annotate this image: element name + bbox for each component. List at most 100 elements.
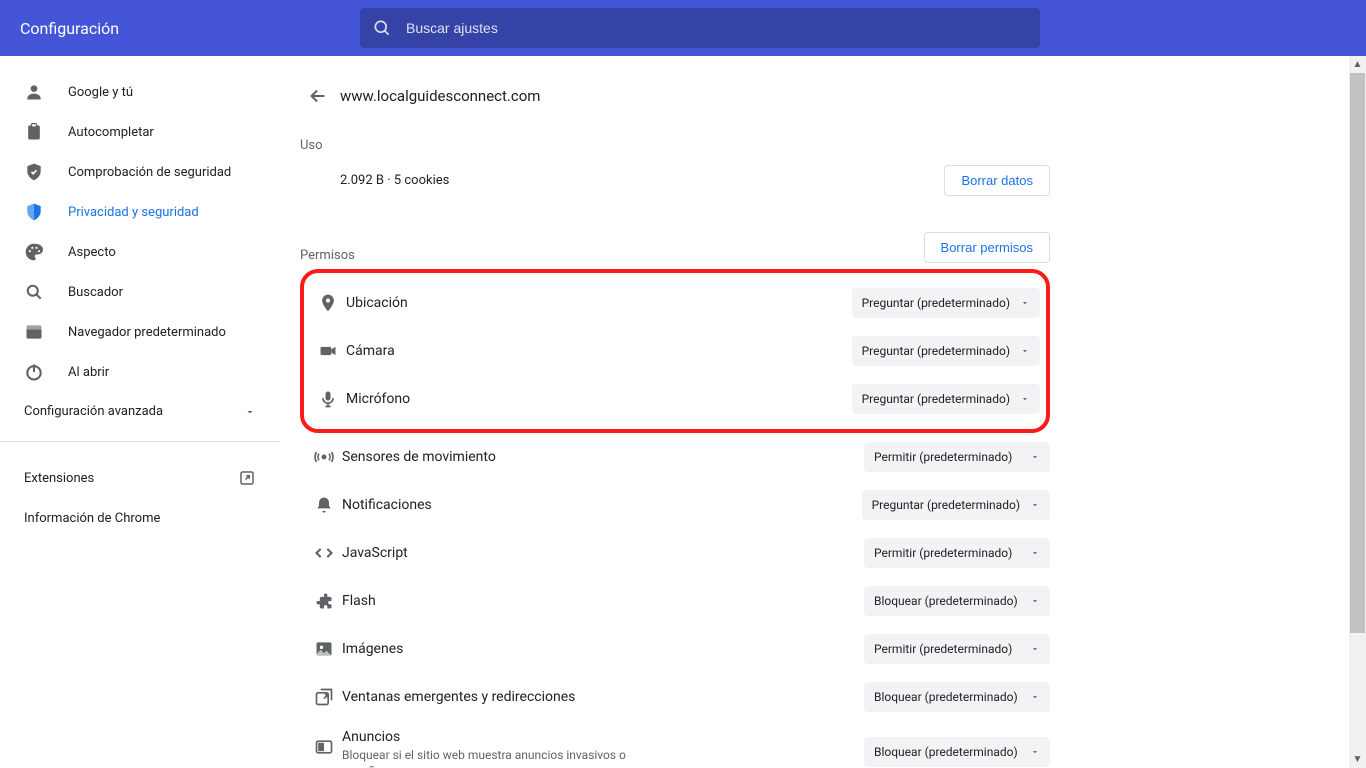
scrollbar-thumb[interactable] xyxy=(1350,73,1365,633)
perm-row-notifications: Notificaciones Preguntar (predeterminado… xyxy=(300,481,1050,529)
dropdown-value: Preguntar (predeterminado) xyxy=(862,344,1010,358)
perm-label: Sensores de movimiento xyxy=(342,449,864,465)
bell-icon xyxy=(306,495,342,515)
back-button[interactable] xyxy=(300,78,336,114)
code-icon xyxy=(306,543,342,563)
clear-data-button[interactable]: Borrar datos xyxy=(944,165,1050,196)
perm-dropdown-location[interactable]: Preguntar (predeterminado) xyxy=(852,288,1040,318)
perm-dropdown-images[interactable]: Permitir (predeterminado) xyxy=(864,634,1050,664)
shield-half-icon xyxy=(24,202,44,222)
sidebar-item-onstartup[interactable]: Al abrir xyxy=(0,352,280,392)
usage-text: 2.092 B · 5 cookies xyxy=(340,173,449,188)
sidebar-item-appearance[interactable]: Aspecto xyxy=(0,232,280,272)
external-link-icon xyxy=(238,469,256,487)
perm-dropdown-notifications[interactable]: Preguntar (predeterminado) xyxy=(862,490,1050,520)
dropdown-value: Bloquear (predeterminado) xyxy=(874,745,1018,759)
image-icon xyxy=(306,639,342,659)
perm-row-mic: Micrófono Preguntar (predeterminado) xyxy=(310,375,1040,423)
chevron-down-icon xyxy=(1030,644,1040,654)
sidebar-item-google[interactable]: Google y tú xyxy=(0,72,280,112)
chevron-down-icon xyxy=(1020,298,1030,308)
site-url: www.localguidesconnect.com xyxy=(340,87,540,105)
perm-dropdown-mic[interactable]: Preguntar (predeterminado) xyxy=(852,384,1040,414)
dropdown-value: Preguntar (predeterminado) xyxy=(862,296,1010,310)
sidebar-item-search[interactable]: Buscador xyxy=(0,272,280,312)
dropdown-value: Permitir (predeterminado) xyxy=(874,546,1012,560)
perm-label: Imágenes xyxy=(342,641,864,657)
perm-subtitle: Bloquear si el sitio web muestra anuncio… xyxy=(342,747,662,768)
sensors-icon xyxy=(306,447,342,467)
dropdown-value: Permitir (predeterminado) xyxy=(874,450,1012,464)
dropdown-value: Bloquear (predeterminado) xyxy=(874,594,1018,608)
search-input[interactable] xyxy=(406,20,1028,36)
sidebar-item-label: Al abrir xyxy=(68,365,109,380)
scroll-up-button[interactable]: ▲ xyxy=(1349,56,1366,73)
sidebar-item-safety[interactable]: Comprobación de seguridad xyxy=(0,152,280,192)
popup-icon xyxy=(306,687,342,707)
dropdown-value: Bloquear (predeterminado) xyxy=(874,690,1018,704)
chevron-down-icon xyxy=(1030,452,1040,462)
perm-label: Ventanas emergentes y redirecciones xyxy=(342,689,864,705)
sidebar-item-default-browser[interactable]: Navegador predeterminado xyxy=(0,312,280,352)
perm-dropdown-flash[interactable]: Bloquear (predeterminado) xyxy=(864,586,1050,616)
perm-label: Cámara xyxy=(346,343,852,359)
search-icon xyxy=(24,282,44,302)
dropdown-value: Preguntar (predeterminado) xyxy=(862,392,1010,406)
perm-label: Flash xyxy=(342,593,864,609)
perm-dropdown-camera[interactable]: Preguntar (predeterminado) xyxy=(852,336,1040,366)
mic-icon xyxy=(310,389,346,409)
sidebar: Google y tú Autocompletar Comprobación d… xyxy=(0,56,280,768)
about-label: Información de Chrome xyxy=(24,511,160,526)
perm-row-javascript: JavaScript Permitir (predeterminado) xyxy=(300,529,1050,577)
browser-icon xyxy=(24,322,44,342)
perm-dropdown-popups[interactable]: Bloquear (predeterminado) xyxy=(864,682,1050,712)
perm-label: Notificaciones xyxy=(342,497,862,513)
sidebar-item-label: Buscador xyxy=(68,285,123,300)
highlight-box: Ubicación Preguntar (predeterminado) Cám… xyxy=(300,269,1050,433)
search-bar[interactable] xyxy=(360,8,1040,48)
chevron-down-icon xyxy=(1020,394,1030,404)
header: Configuración xyxy=(0,0,1366,56)
app-title: Configuración xyxy=(20,19,360,38)
camera-icon xyxy=(310,341,346,361)
perm-row-ads: Anuncios Bloquear si el sitio web muestr… xyxy=(300,721,1050,768)
sidebar-item-privacy[interactable]: Privacidad y seguridad xyxy=(0,192,280,232)
perm-dropdown-javascript[interactable]: Permitir (predeterminado) xyxy=(864,538,1050,568)
sidebar-item-autofill[interactable]: Autocompletar xyxy=(0,112,280,152)
perm-row-flash: Flash Bloquear (predeterminado) xyxy=(300,577,1050,625)
chevron-down-icon xyxy=(1030,548,1040,558)
chevron-down-icon xyxy=(1020,346,1030,356)
sidebar-item-label: Comprobación de seguridad xyxy=(68,165,231,180)
chevron-down-icon xyxy=(244,406,256,418)
extensions-label: Extensiones xyxy=(24,471,94,486)
palette-icon xyxy=(24,242,44,262)
clear-permissions-button[interactable]: Borrar permisos xyxy=(924,232,1050,263)
sidebar-item-label: Aspecto xyxy=(68,245,116,260)
scrollbar-track[interactable]: ▲ ▼ xyxy=(1349,56,1366,768)
sidebar-about[interactable]: Información de Chrome xyxy=(0,498,280,538)
perm-dropdown-sensors[interactable]: Permitir (predeterminado) xyxy=(864,442,1050,472)
perm-row-images: Imágenes Permitir (predeterminado) xyxy=(300,625,1050,673)
perm-label: Anuncios xyxy=(342,729,864,745)
sidebar-extensions[interactable]: Extensiones xyxy=(0,458,280,498)
sidebar-item-label: Google y tú xyxy=(68,85,133,100)
dropdown-value: Permitir (predeterminado) xyxy=(874,642,1012,656)
perm-label: Micrófono xyxy=(346,391,852,407)
sidebar-advanced[interactable]: Configuración avanzada xyxy=(0,392,280,437)
permissions-heading: Permisos xyxy=(300,248,355,263)
clipboard-icon xyxy=(24,122,44,142)
main-content: www.localguidesconnect.com Uso 2.092 B ·… xyxy=(280,56,1366,768)
dropdown-value: Preguntar (predeterminado) xyxy=(872,498,1020,512)
chevron-down-icon xyxy=(1030,500,1040,510)
advanced-label: Configuración avanzada xyxy=(24,404,163,419)
sidebar-item-label: Autocompletar xyxy=(68,125,154,140)
ads-icon xyxy=(306,729,342,757)
chevron-down-icon xyxy=(1030,596,1040,606)
perm-label: Ubicación xyxy=(346,295,852,311)
person-icon xyxy=(24,82,44,102)
scroll-down-button[interactable]: ▼ xyxy=(1349,751,1366,768)
power-icon xyxy=(24,362,44,382)
divider xyxy=(0,441,280,442)
perm-dropdown-ads[interactable]: Bloquear (predeterminado) xyxy=(864,737,1050,767)
sidebar-item-label: Privacidad y seguridad xyxy=(68,205,199,220)
